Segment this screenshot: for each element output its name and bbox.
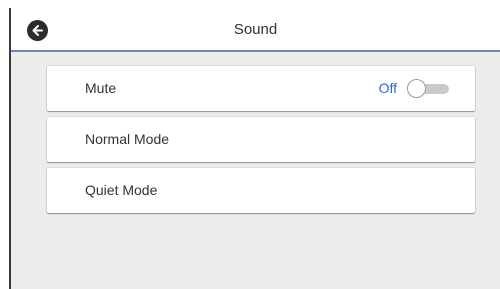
mute-status-value: Off — [378, 80, 397, 96]
header-bar: Sound — [11, 8, 500, 52]
settings-item-label: Quiet Mode — [85, 182, 158, 198]
settings-list: Mute Off Normal Mode Quiet Mode — [47, 66, 475, 219]
sound-screen: Sound Mute Off Normal Mode Quiet Mode — [9, 8, 500, 289]
mute-toggle[interactable] — [407, 79, 451, 99]
settings-item-mute[interactable]: Mute Off — [47, 66, 475, 111]
settings-item-label: Normal Mode — [85, 131, 170, 147]
toggle-knob[interactable] — [407, 79, 426, 98]
settings-item-label: Mute — [85, 80, 117, 96]
settings-item-quiet-mode[interactable]: Quiet Mode — [47, 168, 475, 213]
back-button[interactable] — [27, 20, 48, 41]
page-title: Sound — [233, 21, 278, 38]
back-arrow-icon — [31, 24, 44, 37]
settings-item-normal-mode[interactable]: Normal Mode — [47, 117, 475, 162]
